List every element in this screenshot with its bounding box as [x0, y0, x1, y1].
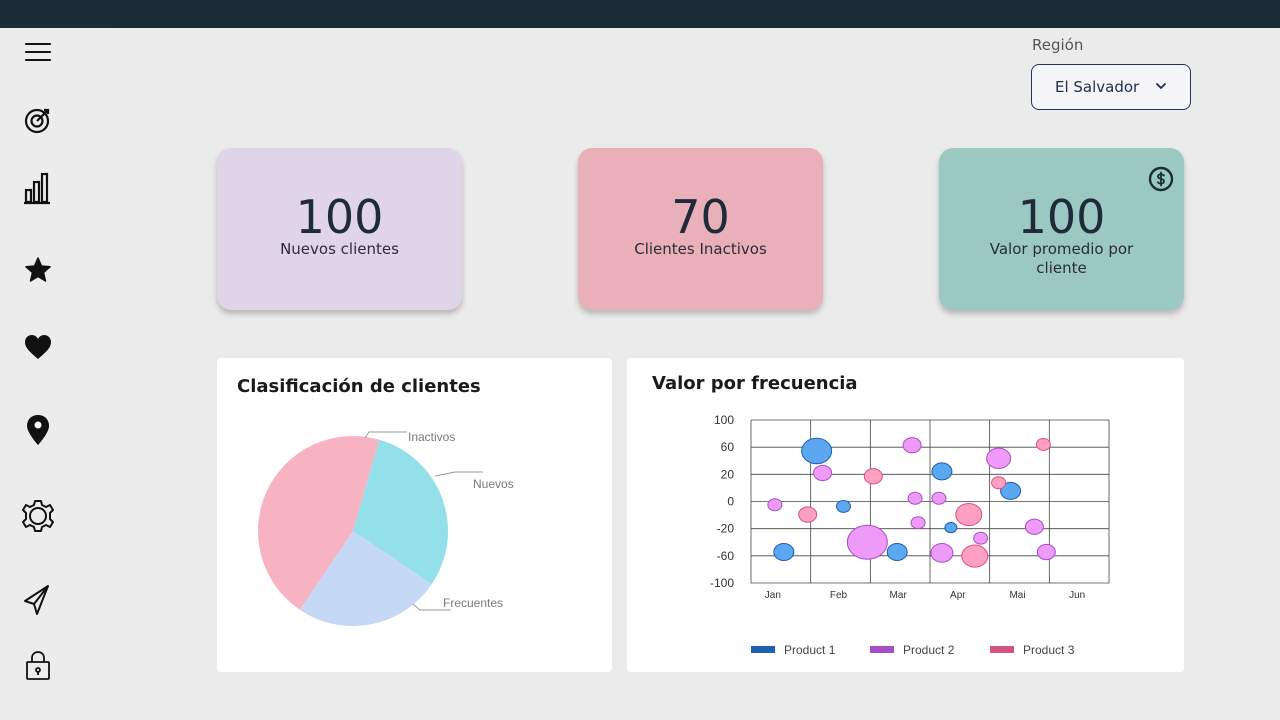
- bubble-point[interactable]: [835, 499, 851, 513]
- lock-icon[interactable]: [20, 648, 56, 684]
- x-tick-label: Mar: [890, 590, 908, 601]
- legend-swatch: [751, 646, 775, 653]
- y-tick-label: 20: [721, 467, 735, 481]
- send-icon[interactable]: [20, 582, 56, 618]
- bubble-point[interactable]: [944, 521, 958, 534]
- pie-slice-label: Nuevos: [473, 477, 514, 491]
- bubble-point[interactable]: [973, 531, 989, 545]
- bubble-point[interactable]: [931, 491, 947, 505]
- region-label: Región: [1032, 36, 1084, 54]
- kpi-value: 70: [671, 190, 730, 244]
- menu-icon[interactable]: [20, 34, 56, 70]
- bubble-point[interactable]: [930, 542, 954, 563]
- pie-chart-card: Clasificación de clientes Inactivos Nuevo…: [217, 358, 612, 672]
- legend-label[interactable]: Product 1: [784, 643, 836, 657]
- kpi-label: Nuevos clientes: [280, 240, 399, 258]
- y-tick-label: -100: [710, 576, 734, 590]
- kpi-label: Valor promedio por cliente: [989, 240, 1134, 277]
- bubble-point[interactable]: [886, 543, 908, 562]
- dollar-icon: [1148, 166, 1174, 192]
- pie-leader-line: [434, 471, 483, 477]
- bubble-point[interactable]: [813, 464, 833, 482]
- bubble-point[interactable]: [767, 498, 783, 512]
- bubble-point[interactable]: [986, 447, 1012, 470]
- bubble-point[interactable]: [910, 516, 926, 530]
- bubble-point[interactable]: [961, 544, 989, 568]
- pie-chart: Inactivos Nuevos Frecuentes: [258, 430, 514, 626]
- heart-icon[interactable]: [20, 329, 56, 365]
- bubble-point[interactable]: [773, 543, 795, 562]
- bubble-point[interactable]: [798, 506, 818, 523]
- map-pin-icon[interactable]: [20, 412, 56, 448]
- legend-swatch: [870, 646, 894, 653]
- bubble-point[interactable]: [907, 491, 923, 505]
- scatter-chart-card: Valor por frecuencia 100 60 20 0 -20 -60 -100 J…: [627, 358, 1184, 672]
- x-tick-label: Feb: [830, 590, 848, 601]
- sidebar: [0, 28, 103, 720]
- kpi-value: 100: [1017, 190, 1106, 244]
- pie-slice-label: Inactivos: [408, 430, 455, 444]
- legend-label[interactable]: Product 3: [1023, 643, 1075, 657]
- top-bar: [0, 0, 1280, 28]
- bubble-point[interactable]: [902, 437, 922, 454]
- target-icon[interactable]: [20, 102, 56, 138]
- region-dropdown[interactable]: El Salvador: [1031, 64, 1191, 110]
- bubble-point[interactable]: [931, 462, 953, 481]
- y-tick-label: -60: [717, 549, 735, 563]
- bubble-point[interactable]: [991, 476, 1007, 490]
- bubble-point[interactable]: [846, 524, 888, 560]
- bubble-point[interactable]: [801, 437, 833, 465]
- kpi-card-avg-value: 100 Valor promedio por cliente: [939, 148, 1184, 310]
- kpi-label: Clientes Inactivos: [634, 240, 767, 258]
- bubble-point[interactable]: [1024, 518, 1044, 535]
- legend-label[interactable]: Product 2: [903, 643, 955, 657]
- legend-swatch: [990, 646, 1014, 653]
- bar-chart-icon[interactable]: [20, 170, 56, 206]
- x-tick-label: Apr: [950, 590, 966, 601]
- bubble-chart: 100 60 20 0 -20 -60 -100 Jan Feb Mar Apr Mai Jun Prod…: [710, 413, 1110, 657]
- pie-slice-label: Frecuentes: [443, 596, 503, 610]
- region-value: El Salvador: [1055, 78, 1140, 96]
- bubble-point[interactable]: [1035, 438, 1051, 451]
- pie-leader-line: [364, 431, 407, 439]
- kpi-card-new-clients: 100 Nuevos clientes: [217, 148, 462, 310]
- settings-icon[interactable]: [20, 498, 56, 534]
- kpi-value: 100: [295, 190, 384, 244]
- x-tick-label: Jan: [765, 590, 781, 601]
- x-tick-label: Jun: [1069, 590, 1085, 601]
- bubble-point[interactable]: [1036, 543, 1056, 561]
- y-tick-label: 100: [714, 413, 734, 427]
- star-icon[interactable]: [20, 252, 56, 288]
- y-tick-label: 0: [727, 495, 734, 509]
- bubble-point[interactable]: [863, 468, 883, 485]
- x-tick-label: Mai: [1009, 590, 1025, 601]
- bubble-point[interactable]: [955, 502, 983, 527]
- chevron-down-icon: [1156, 83, 1166, 89]
- y-tick-label: 60: [721, 440, 735, 454]
- kpi-card-inactive-clients: 70 Clientes Inactivos: [578, 148, 823, 310]
- y-tick-label: -20: [717, 522, 735, 536]
